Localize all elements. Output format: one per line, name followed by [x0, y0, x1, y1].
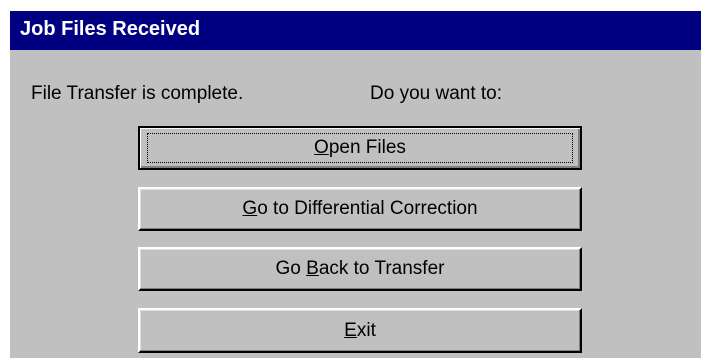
open-files-accelerator: O — [314, 137, 329, 158]
exit-button[interactable]: Exit — [138, 308, 582, 353]
diff-correction-label: Go to Differential Correction — [242, 198, 477, 220]
diff-correction-accelerator: G — [242, 198, 258, 219]
diff-correction-text: o to Differential Correction — [257, 198, 478, 219]
window-title: Job Files Received — [20, 18, 201, 40]
exit-text: xit — [356, 319, 376, 341]
open-files-label: Open Files — [147, 133, 573, 163]
back-to-transfer-text: ack to Transfer — [318, 258, 445, 279]
message-area: File Transfer is complete. Do you want t… — [10, 55, 701, 125]
open-files-text: pen Files — [328, 137, 406, 158]
go-to-differential-correction-button[interactable]: Go to Differential Correction — [138, 187, 582, 231]
open-files-button[interactable]: Open Files — [138, 126, 582, 170]
back-to-transfer-prefix: Go — [275, 258, 307, 279]
exit-label: Exit — [344, 320, 376, 342]
job-files-received-dialog: Job Files Received File Transfer is comp… — [10, 11, 701, 358]
back-to-transfer-label: Go Back to Transfer — [276, 258, 445, 280]
prompt-message: Do you want to: — [370, 83, 503, 104]
status-message: File Transfer is complete. — [31, 83, 244, 104]
exit-accelerator: E — [344, 319, 357, 341]
title-bar[interactable]: Job Files Received — [10, 11, 701, 50]
back-to-transfer-accelerator: B — [306, 258, 319, 279]
go-back-to-transfer-button[interactable]: Go Back to Transfer — [138, 247, 582, 291]
